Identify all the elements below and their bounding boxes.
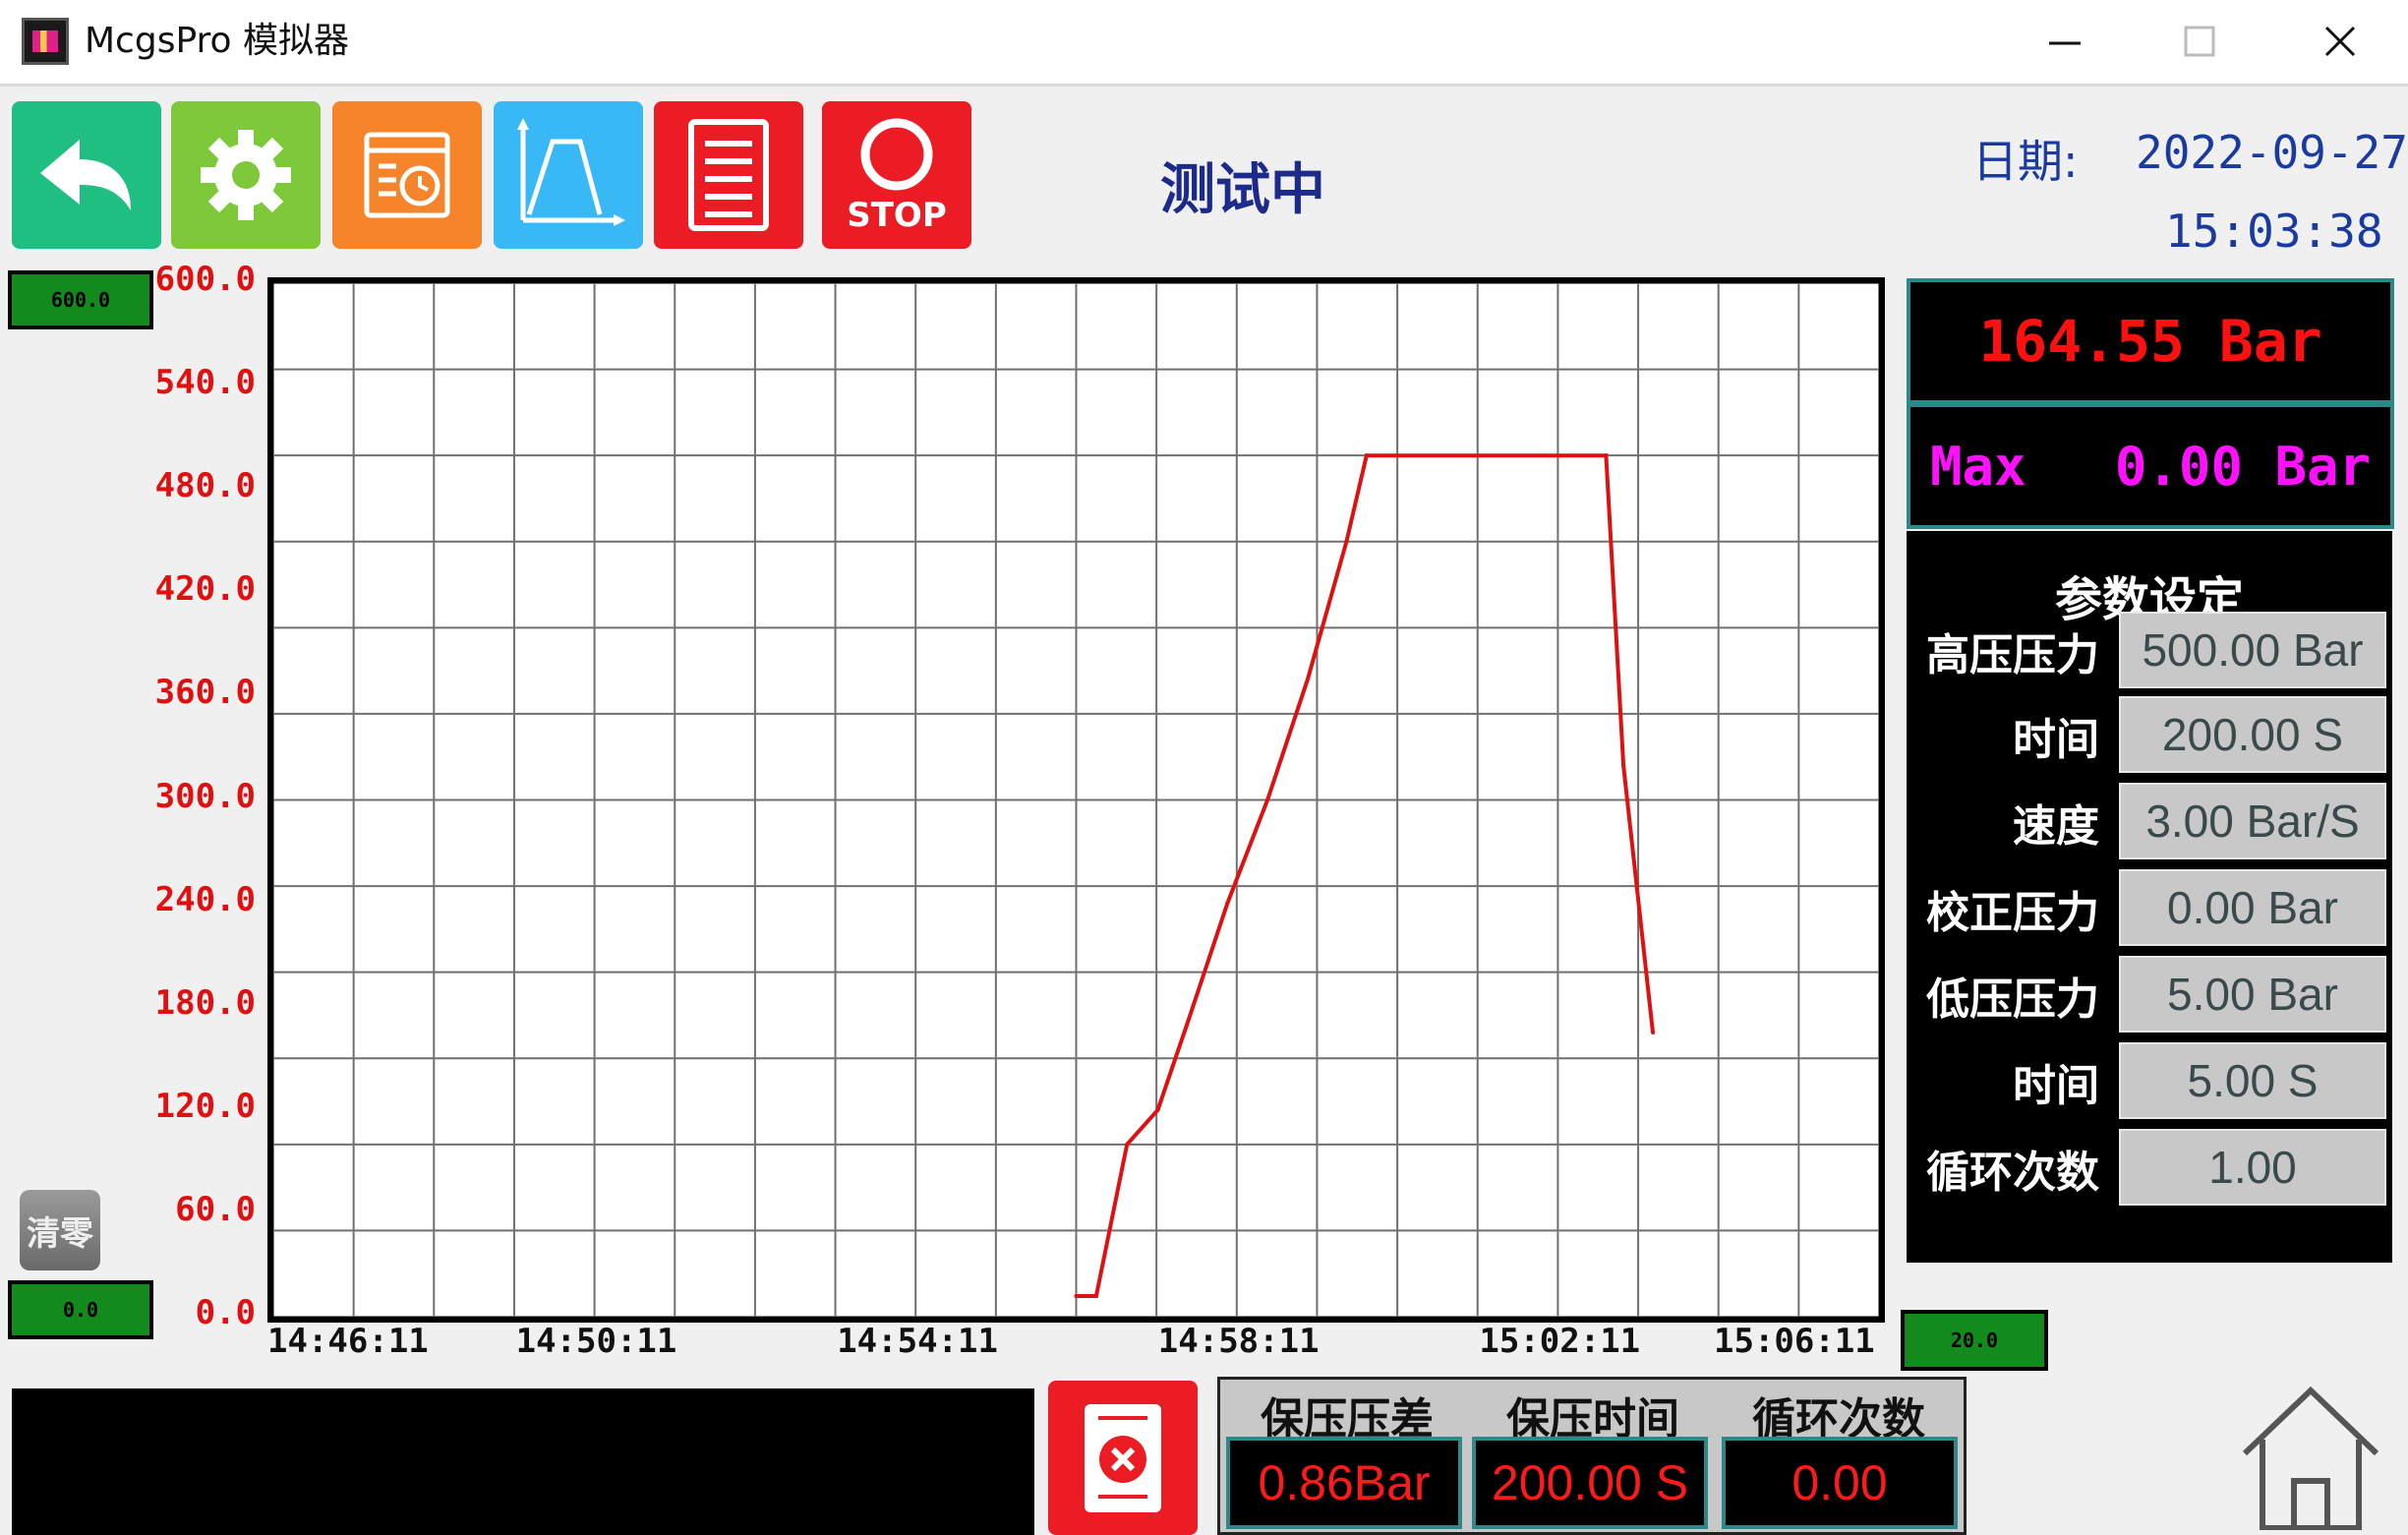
cycle-count-value: 0.00 — [1722, 1437, 1958, 1529]
settings-button[interactable] — [171, 101, 321, 249]
y-tick-label: 0.0 — [195, 1293, 256, 1332]
max-value: 0.00 Bar — [2114, 435, 2371, 498]
param-label: 循环次数 — [1926, 1148, 2099, 1198]
hold-time-value: 200.00 S — [1472, 1437, 1708, 1529]
y-max-input[interactable]: 600.0 — [8, 270, 153, 329]
max-pressure-readout: Max 0.00 Bar — [1907, 403, 2394, 529]
stop-circle-icon — [860, 118, 933, 191]
gear-icon — [201, 130, 291, 220]
param-value-input[interactable]: 500.00 Bar — [2119, 612, 2386, 688]
hold-diff-value: 0.86Bar — [1226, 1437, 1462, 1529]
max-label: Max — [1930, 435, 2026, 498]
x-tick-label: 15:06:11 — [1714, 1322, 1875, 1361]
data-point — [1225, 901, 1230, 906]
param-label: 时间 — [2013, 715, 2099, 765]
x-tick-label: 15:02:11 — [1479, 1322, 1641, 1361]
hold-status-table: 保压压差 保压时间 循环次数 0.86Bar 200.00 S 0.00 — [1217, 1377, 1967, 1535]
time-value: 15:03:38 — [2165, 205, 2383, 258]
window-title: McgsPro 模拟器 — [85, 21, 350, 61]
y-tick-label: 420.0 — [154, 569, 256, 610]
date-value: 2022-09-27 — [2136, 126, 2408, 179]
x-tick-label: 14:54:11 — [837, 1322, 998, 1361]
param-label: 速度 — [2013, 801, 2099, 852]
y-tick-label: 360.0 — [154, 673, 256, 713]
y-tick-label: 300.0 — [154, 776, 256, 816]
y-tick-label: 120.0 — [154, 1086, 256, 1126]
data-point — [1093, 1293, 1098, 1298]
pressure-trend-chart — [267, 277, 1885, 1323]
home-icon — [2242, 1386, 2379, 1530]
y-tick-label: 540.0 — [154, 363, 256, 403]
test-status: 测试中 — [1160, 157, 1325, 222]
x-span-input[interactable]: 20.0 — [1901, 1310, 2048, 1371]
param-value-input[interactable]: 1.00 — [2119, 1129, 2386, 1206]
param-value-input[interactable]: 200.00 S — [2119, 696, 2386, 773]
app-icon — [22, 18, 69, 65]
maximize-icon — [2184, 26, 2215, 57]
data-point — [1074, 1293, 1079, 1298]
data-point — [1621, 763, 1626, 768]
message-bar — [12, 1388, 1034, 1535]
x-tick-label: 14:50:11 — [515, 1322, 677, 1361]
close-icon — [2324, 26, 2356, 57]
parameter-panel: 参数设定 高压压力 500.00 Bar 时间 200.00 S 速度 3.00 Bar/… — [1907, 531, 2392, 1263]
y-tick-label: 480.0 — [154, 466, 256, 506]
param-label: 时间 — [2013, 1061, 2099, 1111]
data-point — [1265, 797, 1270, 802]
data-point — [1305, 677, 1310, 681]
y-tick-label: 60.0 — [175, 1189, 256, 1229]
stop-button[interactable]: STOP — [822, 101, 971, 249]
param-label: 高压压力 — [1926, 630, 2099, 680]
chart-grid — [273, 283, 1879, 1317]
param-value-input[interactable]: 3.00 Bar/S — [2119, 783, 2386, 859]
back-arrow-icon — [40, 140, 131, 210]
y-tick-label: 240.0 — [154, 879, 256, 919]
param-value-input[interactable]: 0.00 Bar — [2119, 869, 2386, 946]
data-point — [1604, 453, 1609, 458]
title-bar: McgsPro 模拟器 — [0, 0, 2408, 87]
trend-curve-icon — [517, 118, 625, 226]
report-button[interactable] — [654, 101, 803, 249]
data-point — [1364, 453, 1369, 458]
minimize-button[interactable] — [2021, 10, 2109, 73]
data-point — [1344, 539, 1349, 544]
date-label: 日期: — [1972, 135, 2079, 188]
current-pressure-readout: 164.55 Bar — [1907, 278, 2394, 404]
stop-label: STOP — [847, 196, 947, 235]
y-min-input[interactable]: 0.0 — [8, 1280, 153, 1339]
data-point — [1185, 1022, 1190, 1027]
cancel-exit-button[interactable] — [1048, 1381, 1198, 1535]
param-label: 校正压力 — [1926, 888, 2099, 938]
data-point — [1155, 1107, 1160, 1112]
record-clock-icon — [364, 132, 450, 218]
param-label: 低压压力 — [1926, 974, 2099, 1025]
x-tick-label: 14:58:11 — [1157, 1322, 1320, 1361]
history-record-button[interactable] — [332, 101, 482, 249]
y-tick-label: 600.0 — [154, 260, 256, 299]
back-button[interactable] — [12, 101, 161, 249]
data-point — [1125, 1142, 1130, 1147]
maximize-button[interactable] — [2155, 10, 2244, 73]
x-tick-label: 14:46:11 — [267, 1322, 429, 1361]
close-document-icon — [1085, 1403, 1161, 1512]
clear-zero-button[interactable]: 清零 — [20, 1190, 100, 1270]
param-value-input[interactable]: 5.00 S — [2119, 1042, 2386, 1119]
minimize-icon — [2049, 41, 2081, 45]
document-list-icon — [688, 119, 769, 231]
y-tick-label: 180.0 — [154, 982, 256, 1023]
close-button[interactable] — [2296, 10, 2384, 73]
param-value-input[interactable]: 5.00 Bar — [2119, 956, 2386, 1033]
curve-button[interactable] — [494, 101, 643, 249]
data-point — [1651, 1030, 1656, 1034]
home-button[interactable] — [2232, 1377, 2389, 1535]
